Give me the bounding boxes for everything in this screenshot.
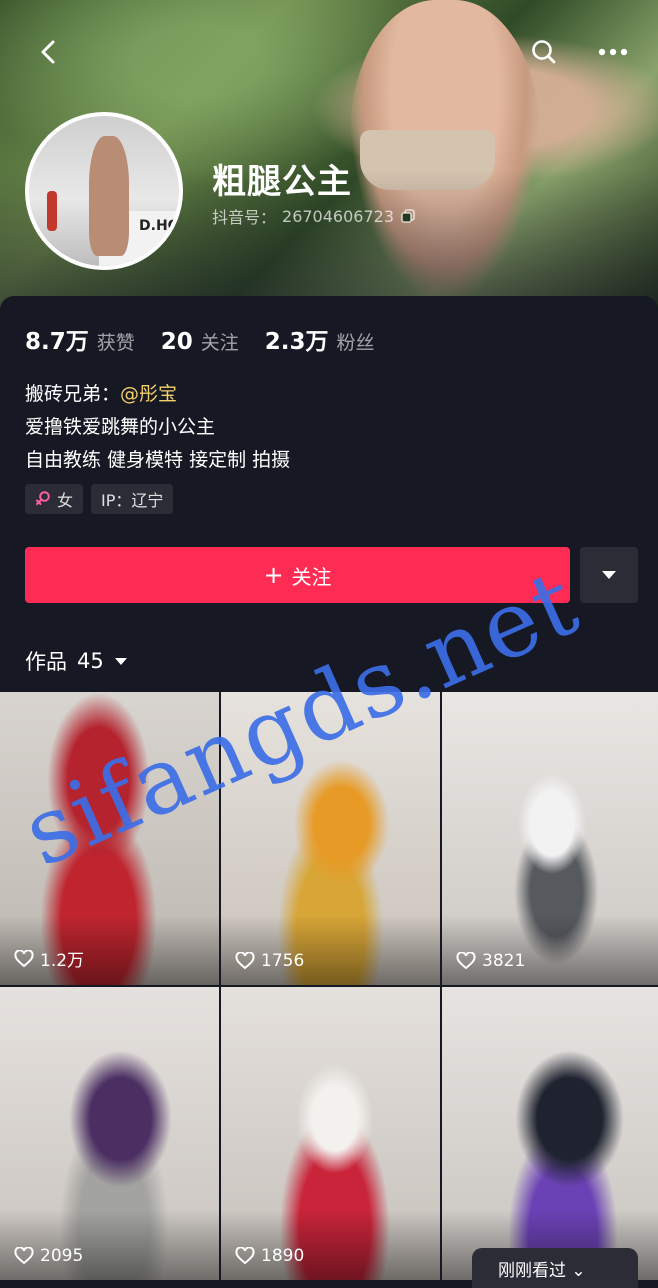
avatar[interactable]: D.HC <box>25 112 183 270</box>
ip-text: IP：辽宁 <box>101 491 164 510</box>
video-tile[interactable] <box>442 987 658 1280</box>
works-label: 作品 <box>25 650 67 674</box>
likes-value: 3821 <box>482 951 526 971</box>
tile-shade <box>221 1210 440 1280</box>
more-options-button[interactable] <box>591 30 635 74</box>
stat-following[interactable]: 20 关注 <box>161 328 239 355</box>
back-arrow-icon <box>41 40 55 64</box>
uid-value: 26704606723 <box>282 206 394 226</box>
heart-icon <box>235 952 255 970</box>
stat-likes[interactable]: 8.7万 获赞 <box>25 322 135 356</box>
profile-name: 粗腿公主 <box>212 162 352 202</box>
likes-value: 2095 <box>40 1246 84 1266</box>
gender-text: 女 <box>57 491 74 510</box>
video-tile[interactable]: 3821 <box>442 692 658 985</box>
ip-tag: IP：辽宁 <box>91 484 174 514</box>
recommend-dropdown-button[interactable] <box>580 547 638 603</box>
video-tile[interactable]: 2095 <box>0 987 219 1280</box>
tile-shade <box>442 915 658 985</box>
caret-down-icon <box>602 571 616 579</box>
works-count: 45 <box>77 649 104 673</box>
more-dots-icon <box>598 48 628 56</box>
video-tile[interactable]: 1756 <box>221 692 440 985</box>
copy-icon[interactable] <box>400 208 416 224</box>
likes-value: 1756 <box>261 951 305 971</box>
stat-following-num: 20 <box>160 329 193 355</box>
heart-icon <box>14 949 34 967</box>
stat-followers-label: 粉丝 <box>336 332 375 354</box>
heart-icon <box>14 1247 34 1265</box>
works-tab[interactable]: 作品 45 <box>25 646 128 676</box>
profile-tags: 女 IP：辽宁 <box>25 484 174 514</box>
female-icon <box>36 491 50 505</box>
stat-likes-num: 8.7万 <box>25 329 89 355</box>
search-button[interactable] <box>522 30 566 74</box>
avatar-person <box>89 136 129 256</box>
back-button[interactable] <box>26 30 70 74</box>
likes-value: 1.2万 <box>40 951 85 971</box>
tile-shade <box>0 1210 219 1280</box>
bio-line-2: 爱撸铁爱跳舞的小公主 <box>25 416 216 438</box>
profile-uid[interactable]: 抖音号： 26704606723 <box>212 204 416 228</box>
gender-tag: 女 <box>25 484 84 514</box>
likes-count: 1756 <box>235 951 304 971</box>
bio-line-3: 自由教练 健身模特 接定制 拍摄 <box>25 449 291 471</box>
heart-icon <box>456 952 476 970</box>
video-grid: 1.2万 1756 3821 2095 1890 <box>0 692 658 1280</box>
avatar-extinguisher <box>47 191 57 231</box>
bio-mention-link[interactable]: @彤宝 <box>120 383 177 405</box>
recently-viewed-toast[interactable]: 刚刚看过 ⌄ <box>472 1248 638 1288</box>
likes-count: 2095 <box>14 1246 83 1266</box>
stat-likes-label: 获赞 <box>96 332 135 354</box>
chevron-down-icon <box>114 657 127 665</box>
stat-following-label: 关注 <box>200 332 239 354</box>
video-tile[interactable]: 1.2万 <box>0 692 219 985</box>
follow-label: 关注 <box>291 564 332 589</box>
stats-row: 8.7万 获赞 20 关注 2.3万 粉丝 <box>25 322 375 356</box>
likes-value: 1890 <box>261 1246 305 1266</box>
bio-line-1-prefix: 搬砖兄弟： <box>25 383 121 405</box>
bio-line-1: 搬砖兄弟：@彤宝 <box>25 378 290 411</box>
search-icon <box>532 40 556 64</box>
avatar-wall-text: D.HC <box>139 218 178 234</box>
follow-button[interactable]: + 关注 <box>25 547 570 603</box>
bio: 搬砖兄弟：@彤宝 爱撸铁爱跳舞的小公主 自由教练 健身模特 接定制 拍摄 <box>25 378 290 477</box>
likes-count: 1.2万 <box>14 946 84 971</box>
likes-count: 1890 <box>235 1246 304 1266</box>
heart-icon <box>235 1247 255 1265</box>
stat-followers[interactable]: 2.3万 粉丝 <box>265 322 375 356</box>
plus-icon: + <box>263 561 284 589</box>
video-tile[interactable]: 1890 <box>221 987 440 1280</box>
uid-label: 抖音号： <box>212 208 277 227</box>
stat-followers-num: 2.3万 <box>264 329 329 355</box>
likes-count: 3821 <box>456 951 525 971</box>
tile-shade <box>221 915 440 985</box>
